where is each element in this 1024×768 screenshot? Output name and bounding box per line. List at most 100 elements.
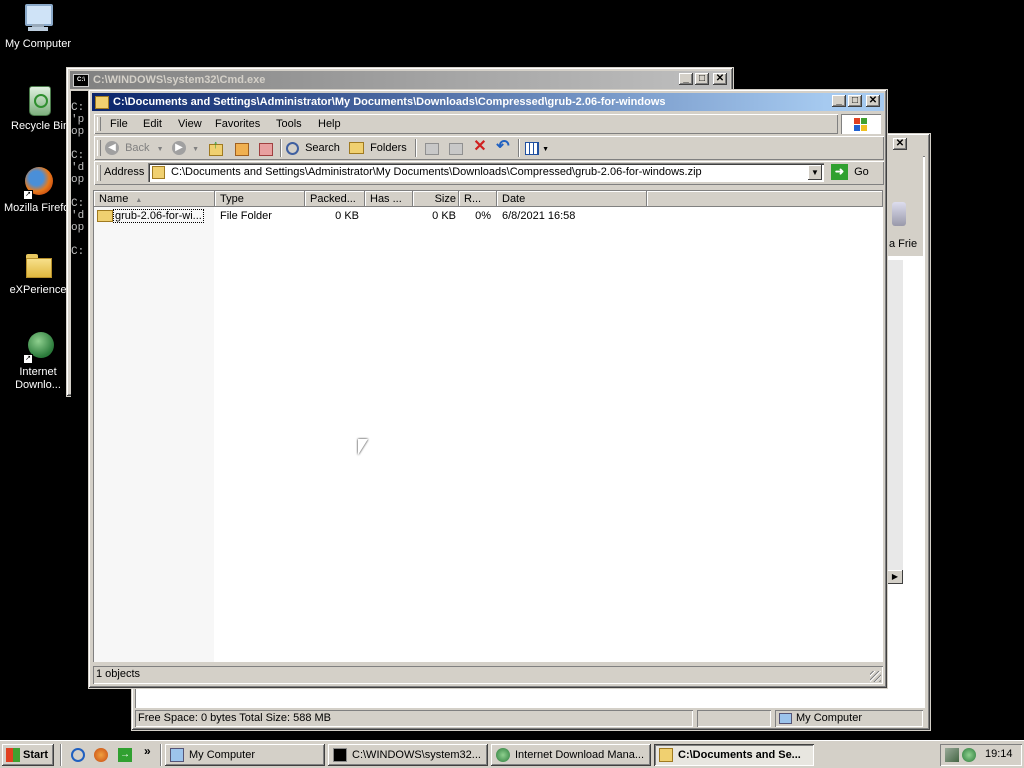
firefox-icon: ↗: [22, 166, 54, 200]
up-folder-button[interactable]: ↑: [208, 139, 224, 156]
cmd-title: C:\WINDOWS\system32\Cmd.exe: [93, 74, 266, 86]
desktop-icon-firefox[interactable]: ↗ Mozilla Firefox: [1, 166, 75, 215]
minimize-button[interactable]: _: [679, 73, 693, 85]
row-ratio: 0%: [475, 210, 491, 222]
folder-icon: [22, 248, 54, 280]
chevron-down-icon: ▼: [542, 146, 549, 153]
back-label: Back: [125, 142, 150, 154]
menu-edit[interactable]: Edit: [143, 114, 162, 134]
status-object-count: 1 objects: [96, 668, 141, 680]
menu-grip: [97, 117, 101, 131]
idm-tray-icon[interactable]: [962, 748, 976, 762]
close-button[interactable]: ✕: [713, 73, 727, 85]
maximize-button[interactable]: □: [695, 73, 709, 85]
menu-file[interactable]: File: [110, 114, 128, 134]
column-header-packed[interactable]: Packed...: [305, 191, 365, 207]
taskbar-button-cmd[interactable]: C:\WINDOWS\system32...: [328, 744, 488, 766]
status-bar: 1 objects: [93, 666, 883, 684]
close-button[interactable]: ✕: [893, 138, 907, 150]
phone-icon: [892, 202, 906, 226]
address-dropdown-button[interactable]: ▼: [808, 165, 822, 180]
extract-button[interactable]: [234, 140, 250, 156]
taskbar-button-idm[interactable]: Internet Download Mana...: [491, 744, 651, 766]
go-button[interactable]: ➜ Go: [831, 163, 869, 182]
toolbar-grip: [97, 140, 101, 156]
move-to-button[interactable]: [424, 140, 440, 156]
desktop-icon-label: Internet Downlo...: [15, 366, 61, 391]
explorer-window[interactable]: C:\Documents and Settings\Administrator\…: [88, 89, 888, 689]
cmd-title-bar[interactable]: C:\ C:\WINDOWS\system32\Cmd.exe: [70, 71, 730, 89]
desktop-icon-label: Recycle Bin: [11, 120, 70, 132]
toolbar-separator: [518, 139, 520, 157]
views-button[interactable]: ▼: [525, 140, 549, 156]
desktop-icon-internet-download-manager[interactable]: ↗ Internet Downlo...: [1, 330, 75, 392]
menu-tools[interactable]: Tools: [276, 114, 302, 134]
desktop-icon-experience[interactable]: eXPerience: [1, 248, 75, 297]
column-header-name[interactable]: Name ▲: [94, 191, 215, 207]
explorer-title-bar[interactable]: C:\Documents and Settings\Administrator\…: [92, 93, 827, 111]
views-icon: [525, 141, 539, 155]
desktop-icon-label: My Computer: [4, 38, 72, 50]
copy-to-button[interactable]: [448, 140, 464, 156]
scrollbar-track[interactable]: [887, 260, 903, 570]
column-header-has[interactable]: Has ...: [365, 191, 413, 207]
file-list[interactable]: Name ▲ Type Packed... Has ... Size R... …: [93, 190, 883, 662]
search-icon: [286, 141, 299, 155]
mouse-cursor: [358, 439, 368, 455]
table-row[interactable]: grub-2.06-for-wi... File Folder 0 KB 0 K…: [94, 208, 883, 224]
windows-flag-icon: [6, 748, 20, 762]
taskbar-button-my-computer[interactable]: My Computer: [165, 744, 325, 766]
forward-button[interactable]: ▶ ▼: [172, 139, 199, 157]
quicklaunch-firefox[interactable]: [93, 747, 109, 763]
column-header-size[interactable]: Size: [413, 191, 459, 207]
firefox-icon: [94, 748, 108, 762]
quicklaunch-show-desktop[interactable]: →: [117, 747, 133, 763]
desktop-icon-recycle-bin[interactable]: Recycle Bin: [1, 84, 75, 133]
network-icon[interactable]: [945, 748, 959, 762]
status-free-space: Free Space: 0 bytes Total Size: 588 MB: [135, 710, 693, 727]
quicklaunch-more[interactable]: »: [144, 744, 151, 758]
resize-grip[interactable]: [870, 671, 881, 682]
column-header-filler: [647, 191, 883, 207]
quicklaunch-ie[interactable]: [70, 747, 86, 763]
column-header-ratio[interactable]: R...: [459, 191, 497, 207]
folders-icon: [349, 142, 364, 155]
back-button[interactable]: ◀ Back ▼: [105, 139, 164, 157]
start-button[interactable]: Start: [2, 744, 54, 766]
up-arrow-icon: ↑: [213, 139, 219, 151]
back-arrow-icon: ◀: [105, 141, 119, 156]
address-value: C:\Documents and Settings\Administrator\…: [171, 166, 702, 178]
maximize-button[interactable]: □: [848, 95, 862, 107]
undo-button[interactable]: ↶: [494, 138, 512, 156]
menu-help[interactable]: Help: [318, 114, 341, 134]
close-button[interactable]: ✕: [866, 95, 880, 107]
address-field[interactable]: C:\Documents and Settings\Administrator\…: [148, 163, 824, 182]
folders-button[interactable]: Folders: [349, 139, 407, 157]
column-header-date[interactable]: Date: [497, 191, 647, 207]
taskbar-separator: [160, 744, 162, 766]
computer-icon: [22, 2, 54, 34]
clock[interactable]: 19:14: [985, 748, 1013, 760]
undo-icon: ↶: [496, 138, 510, 155]
minimize-button[interactable]: _: [832, 95, 846, 107]
add-button[interactable]: [258, 140, 274, 156]
folders-label: Folders: [370, 142, 407, 154]
explorer-title: C:\Documents and Settings\Administrator\…: [113, 96, 666, 108]
scroll-right-button[interactable]: ▶: [887, 570, 903, 584]
row-name[interactable]: grub-2.06-for-wi...: [97, 208, 215, 224]
status-zone-label: My Computer: [796, 712, 863, 724]
taskbar-button-label: C:\WINDOWS\system32...: [352, 749, 481, 761]
menu-favorites[interactable]: Favorites: [215, 114, 260, 134]
desktop-icon-my-computer[interactable]: My Computer: [1, 2, 75, 51]
status-zone: My Computer: [775, 710, 923, 727]
taskbar-separator: [60, 744, 62, 766]
column-header-type[interactable]: Type: [215, 191, 305, 207]
menu-view[interactable]: View: [178, 114, 202, 134]
taskbar-button-explorer[interactable]: C:\Documents and Se...: [654, 744, 814, 766]
search-button[interactable]: Search: [286, 139, 340, 157]
globe-download-icon: ↗: [22, 330, 54, 364]
row-has: [365, 208, 413, 224]
copy-to-icon: [449, 143, 463, 155]
delete-button[interactable]: ✕: [472, 138, 488, 156]
cmd-icon: C:\: [73, 73, 89, 87]
